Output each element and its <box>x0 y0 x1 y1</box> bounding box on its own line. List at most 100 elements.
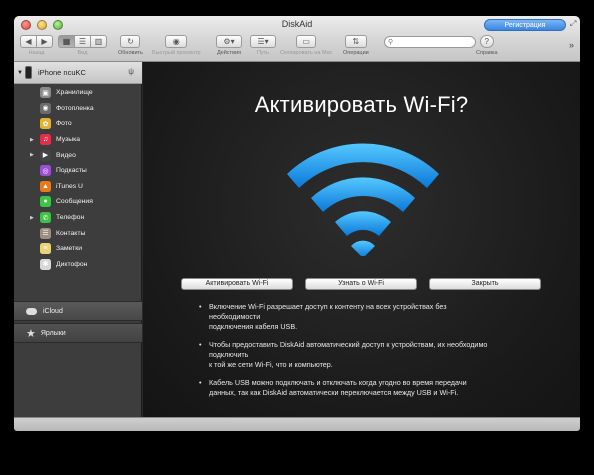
sidebar-item[interactable]: ▶ ♫ Музыка <box>14 132 142 148</box>
help-group: ? Справка <box>476 35 498 56</box>
sidebar-item-label: Телефон <box>56 214 85 222</box>
forward-button[interactable]: ▶ <box>36 35 53 48</box>
forward-arrow-icon: ▶ <box>41 37 48 46</box>
monitor-icon: ▭ <box>302 37 310 46</box>
sidebar-item[interactable]: ▲ iTunes U <box>14 179 142 195</box>
view-list-button[interactable]: ☰ <box>74 35 91 48</box>
disclosure-right-icon[interactable]: ▶ <box>30 152 34 158</box>
page-title: Активировать Wi-Fi? <box>254 92 469 117</box>
grid-icon: ▦ <box>62 37 71 46</box>
bullet: • <box>199 378 202 387</box>
wifi-icon <box>287 143 439 256</box>
sidebar-item-label: Диктофон <box>56 260 88 268</box>
status-bar <box>14 417 580 431</box>
view-grid-button[interactable]: ▦ <box>58 35 75 48</box>
sidebar-item[interactable]: ✿ Фото <box>14 116 142 132</box>
sidebar-item[interactable]: ≡ Заметки <box>14 241 142 257</box>
actions-button[interactable]: ⚙▾ <box>216 35 242 48</box>
sidebar-item[interactable]: ▶ ✆ Телефон <box>14 210 142 226</box>
sidebar-item[interactable]: ● Сообщения <box>14 194 142 210</box>
quicklook-button[interactable]: ◉ <box>165 35 188 48</box>
sidebar-item-label: Музыка <box>56 136 81 144</box>
eye-icon: ◉ <box>172 37 180 46</box>
sidebar-item[interactable]: ✱ Диктофон <box>14 257 142 273</box>
bullet: • <box>199 340 202 349</box>
sidebar-item-label: Хранилище <box>56 89 93 97</box>
gear-icon: ⚙▾ <box>223 37 235 46</box>
sidebar: ▼ iPhone nсuKC ψ ▣ Хранилище ◉ Фотопленка ✿ Ф… <box>14 62 142 417</box>
sidebar-item-label: Заметки <box>56 245 82 253</box>
refresh-button[interactable]: ↻ <box>120 35 141 48</box>
phone-icon: ✆ <box>40 212 51 224</box>
contacts-icon: ☰ <box>40 227 51 239</box>
storage-icon: ▣ <box>40 87 51 99</box>
sidebar-item-label: Контакты <box>56 229 86 237</box>
bullet: • <box>199 302 202 311</box>
sidebar-item-label: Подкасты <box>56 167 87 175</box>
sidebar-item-label: Сообщения <box>56 198 93 206</box>
fullscreen-icon[interactable]: ⤢ <box>570 19 576 29</box>
search-icon: ⚲ <box>388 39 394 46</box>
sidebar-item[interactable]: ▣ Хранилище <box>14 85 142 101</box>
back-button[interactable]: ◀ <box>20 35 37 48</box>
info-line: Чтобы предоставить DiskAid автоматически… <box>209 340 488 349</box>
sidebar-item[interactable]: ▶ ▶ Видео <box>14 147 142 163</box>
sidebar-item-labels[interactable]: ★ Ярлыки <box>14 323 142 343</box>
actions-group: ⚙▾ Действия <box>216 35 242 56</box>
sidebar-item[interactable]: ☰ Контакты <box>14 225 142 241</box>
sidebar-item-icloud[interactable]: iCloud <box>14 301 142 321</box>
learn-wifi-button[interactable]: Узнать о Wi-Fi <box>305 278 417 290</box>
copy-to-mac-button[interactable]: ▭ <box>296 35 317 48</box>
sidebar-item-label: Фотопленка <box>56 104 94 112</box>
path-icon: ☰▾ <box>257 37 269 46</box>
help-label: Справка <box>476 50 498 56</box>
info-line: подключить <box>209 350 249 359</box>
sidebar-item-label: Видео <box>56 151 76 159</box>
toolbar-overflow-icon[interactable]: » <box>569 40 574 50</box>
sidebar-item[interactable]: ◉ Фотопленка <box>14 101 142 117</box>
action-buttons: Активировать Wi-Fi Узнать о Wi-Fi Закрыт… <box>143 278 580 290</box>
operations-button[interactable]: ⇅ <box>344 35 367 48</box>
info-item: • Кабель USB можно подключать и отключать… <box>199 378 529 398</box>
sidebar-items: ▣ Хранилище ◉ Фотопленка ✿ Фото ▶ ♫ Музыка ▶ ▶ Виде… <box>14 85 142 272</box>
search-input[interactable]: ⚲ <box>384 36 476 48</box>
operations-label: Операции <box>343 50 369 56</box>
actions-label: Действия <box>216 50 242 56</box>
help-button[interactable]: ? <box>479 35 494 48</box>
sidebar-item-label: iTunes U <box>56 182 83 190</box>
register-button[interactable]: Регистрация <box>484 19 566 31</box>
back-forward-group: ◀ ▶ Назад <box>20 35 53 56</box>
back-arrow-icon: ◀ <box>25 37 32 46</box>
info-item: • Включение Wi-Fi разрешает доступ к конт… <box>199 302 529 332</box>
disclosure-down-icon[interactable]: ▼ <box>15 70 25 76</box>
quicklook-label: Быстрый просмотр <box>152 50 201 56</box>
disclosure-right-icon[interactable]: ▶ <box>30 137 34 143</box>
view-label: Вид <box>77 50 88 56</box>
device-row[interactable]: ▼ iPhone nсuKC ψ <box>14 62 142 84</box>
notes-icon: ≡ <box>40 243 51 255</box>
path-group: ☰▾ Путь <box>250 35 276 56</box>
labels-label: Ярлыки <box>40 329 66 337</box>
info-line: необходимости <box>209 312 261 321</box>
diskaid-window: DiskAid Регистрация ⤢ ◀ ▶ Назад ▦ ☰ ▥ Ви… <box>14 16 580 431</box>
usb-icon: ψ <box>128 67 134 76</box>
sidebar-item[interactable]: ◎ Подкасты <box>14 163 142 179</box>
star-icon: ★ <box>26 327 36 340</box>
iphone-icon <box>25 66 32 79</box>
activate-wifi-button[interactable]: Активировать Wi-Fi <box>181 278 293 290</box>
view-columns-button[interactable]: ▥ <box>90 35 107 48</box>
main-panel: Активировать Wi-Fi? Активировать Wi-Fi У… <box>143 62 580 417</box>
video-icon: ▶ <box>40 149 51 161</box>
path-button[interactable]: ☰▾ <box>250 35 276 48</box>
info-line: Включение Wi-Fi разрешает доступ к конте… <box>209 302 447 311</box>
path-label: Путь <box>256 50 270 56</box>
view-group: ▦ ☰ ▥ Вид <box>58 35 107 56</box>
sidebar-item-label: Фото <box>56 120 72 128</box>
icloud-label: iCloud <box>43 307 63 315</box>
messages-icon: ● <box>40 196 51 208</box>
cloud-icon <box>26 307 37 315</box>
disclosure-right-icon[interactable]: ▶ <box>30 215 34 221</box>
copy-to-mac-group: ▭ Скопировать на Mac <box>280 35 332 56</box>
info-list: • Включение Wi-Fi разрешает доступ к конт… <box>199 302 529 406</box>
close-button[interactable]: Закрыть <box>429 278 541 290</box>
